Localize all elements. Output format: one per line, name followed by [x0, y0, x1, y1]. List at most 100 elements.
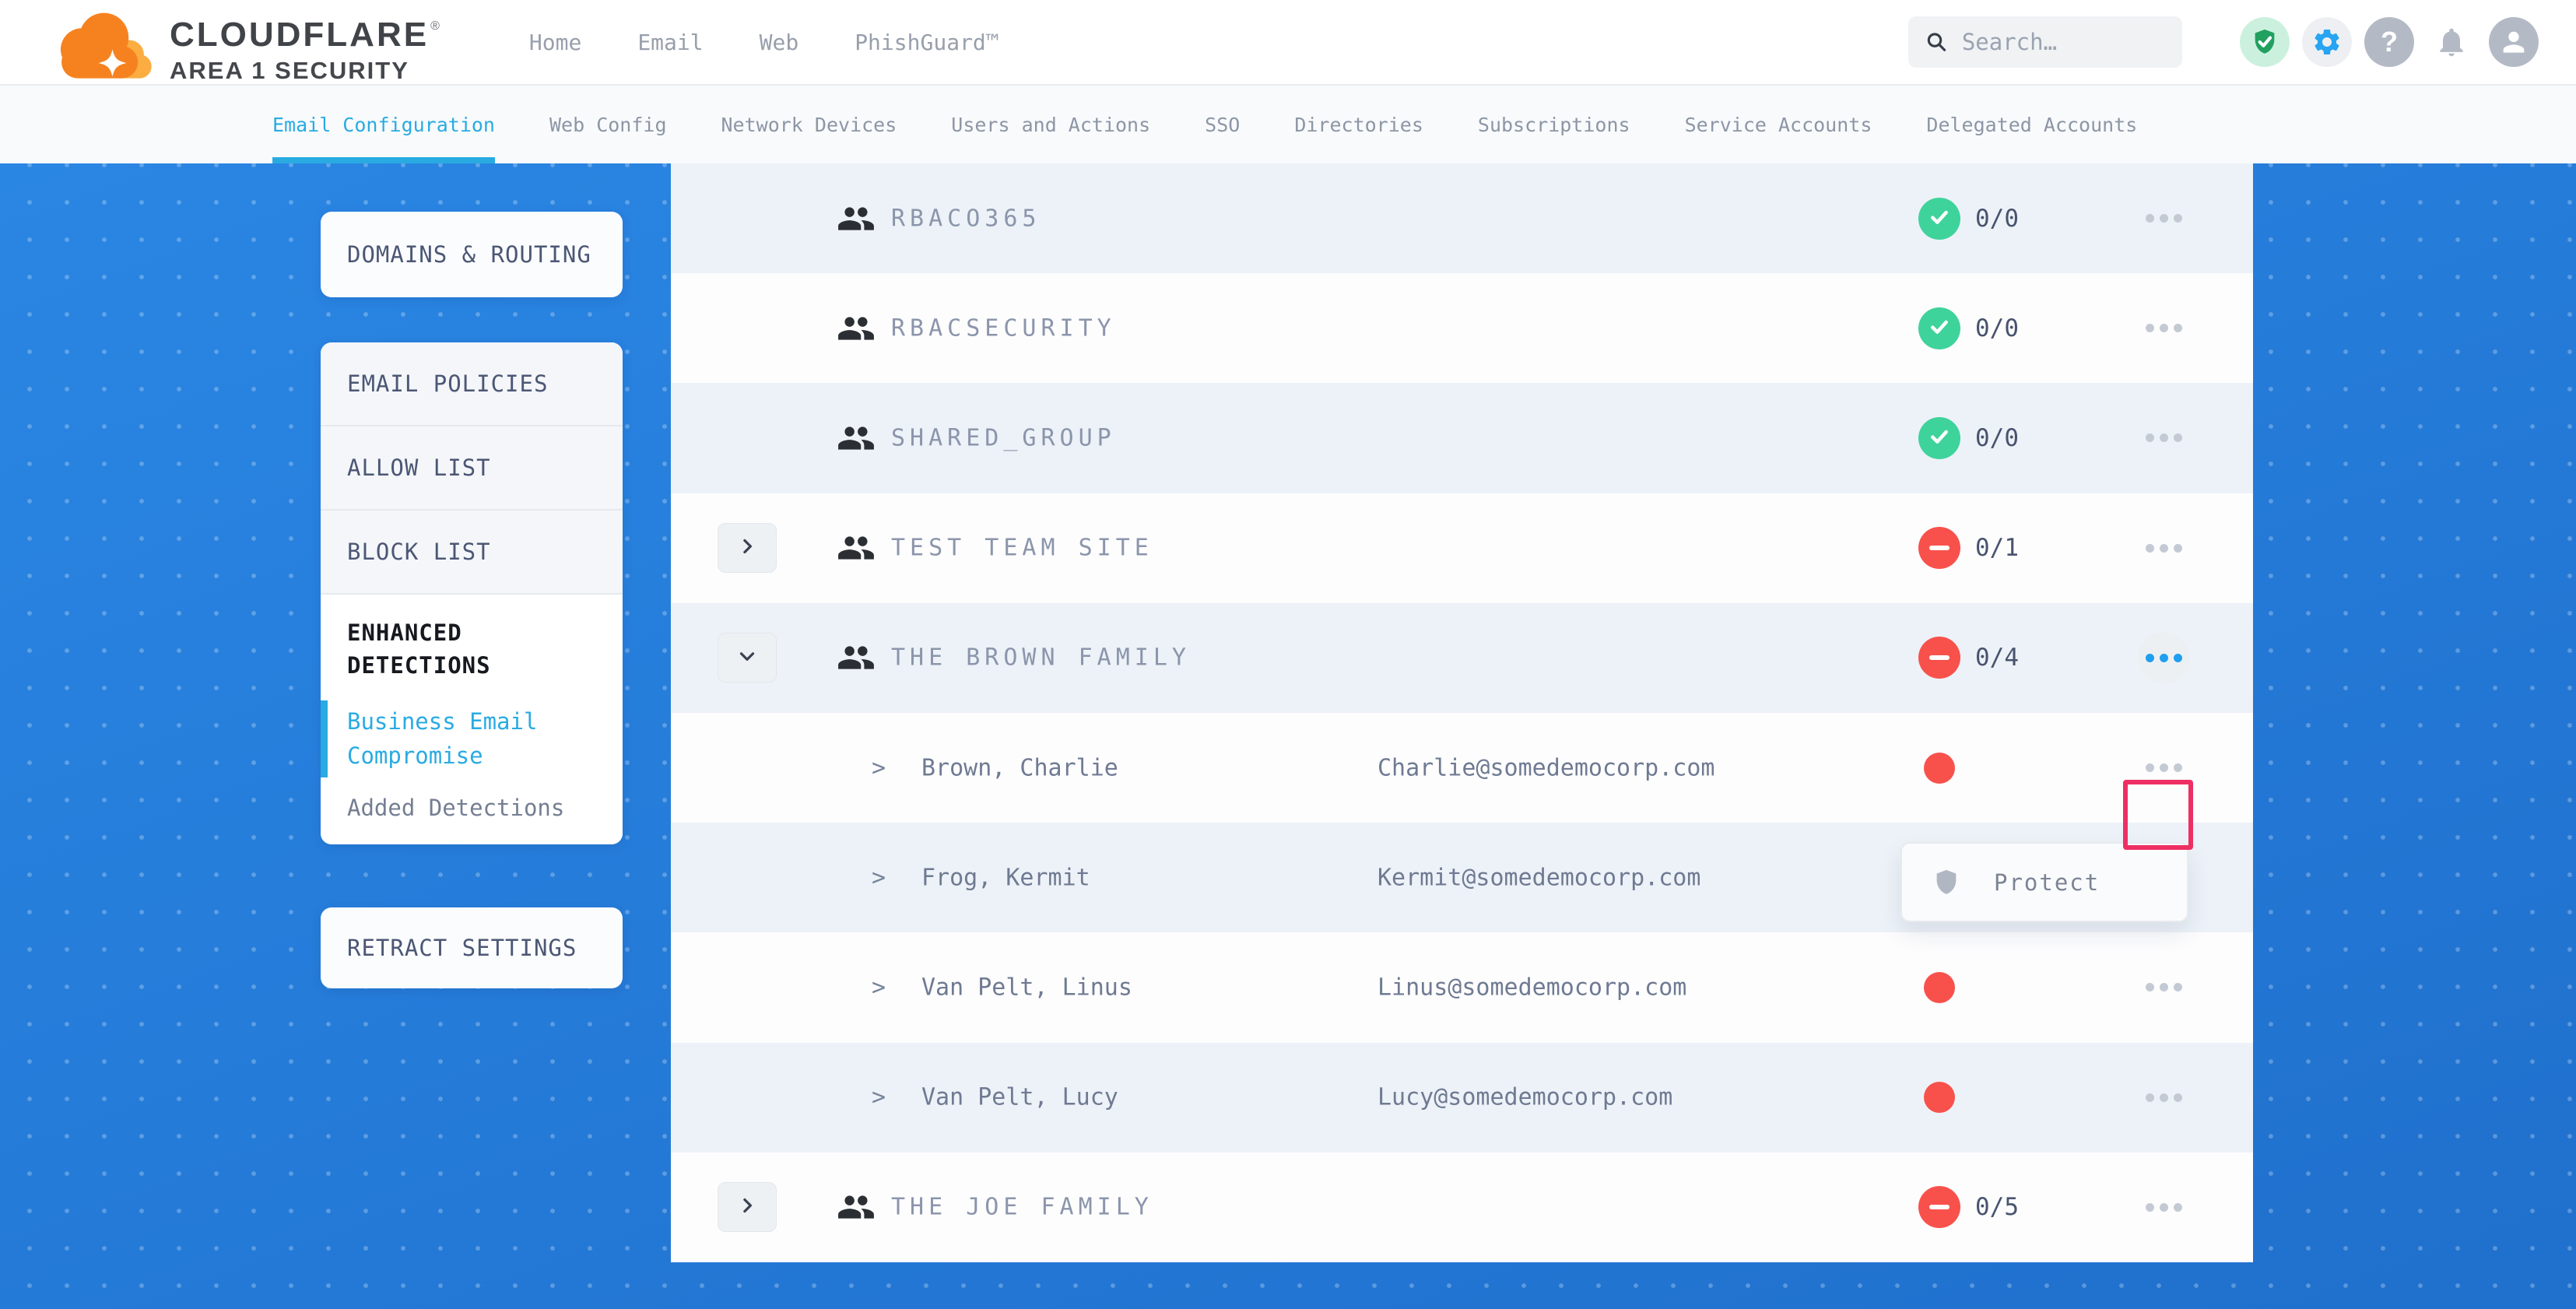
- logo-text: CLOUDFLARE ® AREA 1 SECURITY: [170, 18, 440, 82]
- nav-item-home[interactable]: Home: [529, 30, 581, 55]
- bell-icon: [2434, 25, 2469, 59]
- settings-button[interactable]: [2302, 17, 2352, 67]
- chevron-down-icon: [735, 644, 759, 671]
- overflow-menu-button[interactable]: [2138, 193, 2189, 244]
- status-badge-ok: [1918, 198, 1960, 240]
- status-badge-blocked: [1918, 527, 1960, 569]
- nav-item-web[interactable]: Web: [760, 30, 799, 55]
- expand-group-button[interactable]: [718, 523, 777, 573]
- sidebar-item-allow-list[interactable]: ALLOW LIST: [321, 426, 623, 511]
- sidebar-item-label: EMAIL POLICIES: [347, 370, 548, 397]
- overflow-menu-button[interactable]: [2138, 412, 2189, 464]
- overflow-menu-button[interactable]: [2138, 1072, 2189, 1123]
- member-status-dot: [1924, 1082, 1955, 1113]
- check-icon: [1927, 424, 1952, 452]
- member-chevron-icon: >: [872, 974, 886, 1001]
- member-name: Van Pelt, Lucy: [921, 1084, 1118, 1111]
- sidebar-item-business-email-compromise[interactable]: Business Email Compromise: [321, 700, 623, 777]
- dots-icon: [2160, 1093, 2168, 1102]
- shield-icon: [1932, 867, 1961, 898]
- tab-network-devices[interactable]: Network Devices: [721, 86, 897, 163]
- dots-icon: [2160, 433, 2168, 442]
- protected-count: 0/0: [1975, 314, 2019, 342]
- search-input[interactable]: [1962, 29, 2165, 55]
- sidebar-item-retract-settings[interactable]: RETRACT SETTINGS: [321, 907, 623, 988]
- dots-icon: [2174, 433, 2182, 442]
- tab-service-accounts[interactable]: Service Accounts: [1685, 86, 1872, 163]
- overflow-menu-button[interactable]: [2138, 522, 2189, 574]
- tab-email-configuration[interactable]: Email Configuration: [272, 86, 495, 163]
- dots-icon: [2160, 1203, 2168, 1212]
- app-header: CLOUDFLARE ® AREA 1 SECURITY Home Email We…: [0, 0, 2576, 86]
- dots-icon: [2160, 544, 2168, 553]
- dots-icon: [2146, 1093, 2154, 1102]
- dots-icon: [2146, 1203, 2154, 1212]
- dots-icon: [2174, 1093, 2182, 1102]
- question-mark-icon: ?: [2381, 26, 2398, 58]
- sidebar-item-label: RETRACT SETTINGS: [347, 935, 577, 961]
- status-badge-ok: [1918, 307, 1960, 349]
- group-icon: [837, 309, 876, 348]
- overflow-menu-button[interactable]: [2138, 303, 2189, 354]
- cloudflare-logo: CLOUDFLARE ® AREA 1 SECURITY: [43, 2, 440, 82]
- sidebar-item-email-policies[interactable]: EMAIL POLICIES: [321, 342, 623, 426]
- overflow-menu-button[interactable]: [2138, 742, 2189, 794]
- tab-users-and-actions[interactable]: Users and Actions: [951, 86, 1150, 163]
- table-row: >Brown, CharlieCharlie@somedemocorp.com: [671, 713, 2253, 823]
- shield-check-icon: [2250, 27, 2279, 57]
- dots-icon: [2146, 433, 2154, 442]
- sidebar-item-added-detections[interactable]: Added Detections: [347, 795, 596, 821]
- dots-icon: [2146, 654, 2154, 662]
- protected-count: 0/5: [1975, 1193, 2019, 1221]
- nav-item-phishguard[interactable]: PhishGuard™: [855, 30, 998, 55]
- dots-icon: [2174, 214, 2182, 223]
- nav-item-email[interactable]: Email: [637, 30, 703, 55]
- status-badge-ok: [1918, 417, 1960, 459]
- tab-sso[interactable]: SSO: [1205, 86, 1240, 163]
- help-button[interactable]: ?: [2364, 17, 2414, 67]
- tab-directories[interactable]: Directories: [1294, 86, 1423, 163]
- sidebar-item-domains-routing[interactable]: DOMAINS & ROUTING: [321, 212, 623, 297]
- check-icon: [1927, 314, 1952, 342]
- security-shield-button[interactable]: [2240, 17, 2290, 67]
- collapse-group-button[interactable]: [718, 633, 777, 683]
- sidebar-policies-card: EMAIL POLICIES ALLOW LIST BLOCK LIST ENH…: [321, 342, 623, 844]
- tab-subscriptions[interactable]: Subscriptions: [1478, 86, 1630, 163]
- sidebar-item-block-list[interactable]: BLOCK LIST: [321, 511, 623, 595]
- group-name: THE BROWN FAMILY: [891, 644, 1191, 672]
- member-name: Brown, Charlie: [921, 754, 1118, 781]
- status-badge-blocked: [1918, 637, 1960, 679]
- notifications-button[interactable]: [2427, 17, 2476, 67]
- group-name: SHARED_GROUP: [891, 424, 1116, 451]
- search-box[interactable]: [1908, 16, 2182, 68]
- account-button[interactable]: [2489, 17, 2539, 67]
- minus-icon: [1929, 1205, 1950, 1209]
- overflow-menu-button[interactable]: [2138, 632, 2189, 683]
- group-name: THE JOE FAMILY: [891, 1194, 1153, 1221]
- tab-web-config[interactable]: Web Config: [549, 86, 667, 163]
- dots-icon: [2174, 324, 2182, 332]
- table-row: RBACO3650/0: [671, 163, 2253, 273]
- sidebar-item-label: ALLOW LIST: [347, 454, 491, 481]
- tab-delegated-accounts[interactable]: Delegated Accounts: [1926, 86, 2137, 163]
- protect-menu-item[interactable]: Protect: [1994, 869, 2100, 896]
- table-row: THE JOE FAMILY 0/5: [671, 1153, 2253, 1262]
- dots-icon: [2146, 544, 2154, 553]
- table-row: RBACSECURITY0/0: [671, 273, 2253, 383]
- protected-count: 0/4: [1975, 644, 2019, 672]
- user-avatar-icon: [2498, 26, 2529, 58]
- table-row: SHARED_GROUP 0/0: [671, 383, 2253, 493]
- protected-count: 0/0: [1975, 424, 2019, 452]
- expand-group-button[interactable]: [718, 1182, 777, 1232]
- chevron-right-icon: [735, 1194, 759, 1220]
- brand-subtitle: AREA 1 SECURITY: [170, 58, 440, 82]
- overflow-menu-button[interactable]: [2138, 962, 2189, 1013]
- member-chevron-icon: >: [872, 754, 886, 781]
- overflow-menu-button[interactable]: [2138, 1181, 2189, 1233]
- member-email: Linus@somedemocorp.com: [1377, 974, 1686, 1001]
- dots-icon: [2160, 983, 2168, 991]
- sidebar-item-label: DOMAINS & ROUTING: [347, 241, 591, 268]
- group-name: RBACO365: [891, 205, 1041, 232]
- member-status-dot: [1924, 753, 1955, 784]
- sidebar-item-enhanced-detections[interactable]: ENHANCED DETECTIONS: [347, 616, 596, 682]
